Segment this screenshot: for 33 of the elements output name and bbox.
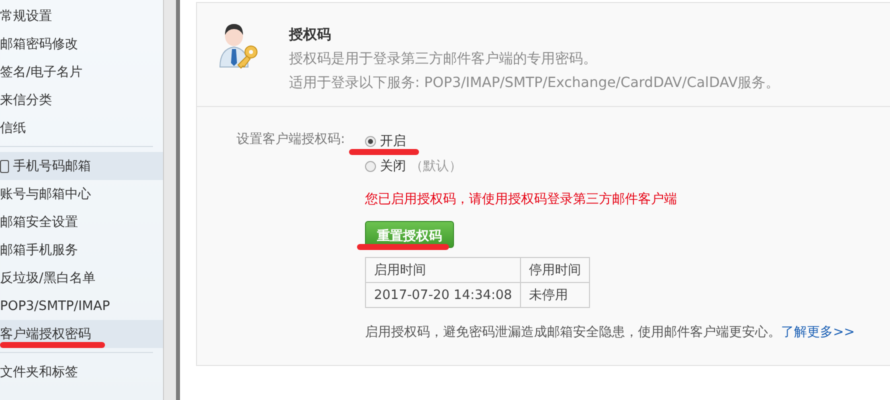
sidebar-header[interactable]: 手机号码邮箱 [0,152,163,180]
sidebar-item[interactable]: 账号与邮箱中心 [0,180,163,208]
sidebar-item[interactable]: 邮箱手机服务 [0,236,163,264]
table-cell: 未停用 [520,282,590,308]
sidebar-item[interactable]: 签名/电子名片 [0,58,163,86]
sidebar-item[interactable]: 客户端授权密码 [0,320,163,348]
sidebar-item[interactable]: 常规设置 [0,2,163,30]
sidebar-item[interactable]: POP3/SMTP/IMAP [0,292,163,320]
phone-icon [0,160,9,172]
description-text: 授权码是用于登录第三方邮件客户端的专用密码。 [289,50,598,68]
radio-button[interactable] [365,136,376,146]
radio-button[interactable] [365,160,376,172]
radio-option[interactable]: 关闭 （默认） [365,155,462,177]
sidebar-item[interactable]: 来信分类 [0,86,163,114]
column-header: 启用时间 [366,258,521,282]
table-cell: 2017-07-20 14:34:08 [366,282,521,308]
setting-label: 设置客户端授权码: [236,131,346,149]
description-text: 适用于登录以下服务: POP3/IMAP/SMTP/Exchange/CardDAV/CalDAV服务。 [289,74,780,92]
status-message: 您已启用授权码，请使用授权码登录第三方邮件客户端 [365,191,677,208]
section-title: 授权码 [289,26,332,44]
sidebar-item[interactable]: 文件夹和标签 [0,358,163,386]
option-note: （默认） [410,158,462,175]
sidebar-header-label: 手机号码邮箱 [13,158,91,175]
sidebar-item[interactable]: 邮箱安全设置 [0,208,163,236]
footer-text: 启用授权码，避免密码泄漏造成邮箱安全隐患，使用邮件客户端更安心。 [365,325,781,340]
option-label: 开启 [380,133,406,150]
learn-more-link[interactable]: 了解更多>> [781,325,855,340]
sidebar-item[interactable]: 信纸 [0,114,163,142]
column-header: 停用时间 [520,258,590,282]
sidebar-item[interactable]: 反垃圾/黑白名单 [0,264,163,292]
option-label: 关闭 [380,158,406,175]
sidebar-item[interactable]: 邮箱密码修改 [0,30,163,58]
scrollbar[interactable] [163,0,180,400]
